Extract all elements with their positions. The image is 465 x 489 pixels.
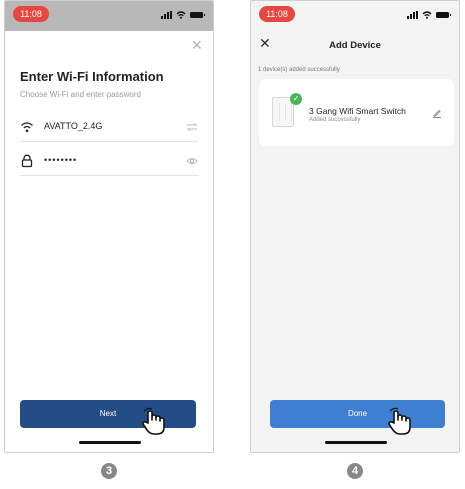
device-name: 3 Gang Wifi Smart Switch [309,106,406,116]
signal-icon [407,11,418,19]
add-device-screen: 11:08 ✕ Add Device 1 device(s) added suc… [250,0,460,453]
signal-icon [161,11,172,19]
battery-icon [190,12,205,18]
tap-hand-icon [142,407,165,435]
next-button[interactable]: Next [20,400,196,428]
device-card[interactable]: ✓ 3 Gang Wifi Smart Switch Added success… [259,79,454,146]
step-number-3: 3 [101,463,117,479]
device-status: Added successfully [309,117,361,123]
wifi-field[interactable]: AVATTO_2.4G [20,113,198,142]
switch-network-icon[interactable] [186,121,198,133]
step-number-4: 4 [347,463,363,479]
eye-icon[interactable] [186,155,198,167]
tap-hand-icon [388,407,411,435]
page-title: Enter Wi-Fi Information [20,69,164,84]
wifi-name: AVATTO_2.4G [44,121,103,131]
wifi-status-icon [176,11,186,19]
home-indicator [79,441,141,444]
page-title: Add Device [329,40,381,51]
page-subtitle: Choose Wi-Fi and enter password [20,90,141,99]
wifi-icon [21,122,33,133]
status-bar: 11:08 [5,1,213,31]
password-field[interactable]: •••••••• [20,147,198,176]
status-bar: 11:08 [251,1,459,31]
wifi-status-icon [422,11,432,19]
added-count: 1 device(s) added successfully [258,67,340,73]
home-indicator [325,441,387,444]
wifi-info-screen: 11:08 ✕ Enter Wi-Fi Information Choose W… [4,0,214,453]
lock-icon [21,154,33,168]
battery-icon [436,12,451,18]
status-time: 11:08 [13,6,49,22]
status-time: 11:08 [259,6,295,22]
check-icon: ✓ [290,93,302,105]
done-button[interactable]: Done [270,400,445,428]
system-icons [161,10,205,20]
system-icons [407,10,451,20]
close-icon[interactable]: ✕ [191,38,203,52]
password-input[interactable]: •••••••• [44,155,77,165]
edit-icon[interactable] [432,108,442,118]
